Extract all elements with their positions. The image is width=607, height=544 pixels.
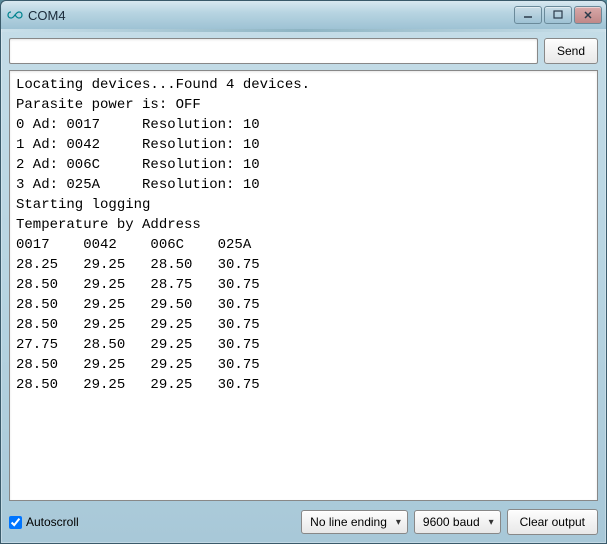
window-frame: COM4 Send Locating devices...Found 4 dev… (0, 0, 607, 544)
input-bar: Send (1, 32, 606, 70)
titlebar[interactable]: COM4 (1, 1, 606, 29)
serial-input[interactable] (9, 38, 538, 64)
arduino-icon (7, 7, 23, 23)
send-button[interactable]: Send (544, 38, 598, 64)
line-ending-value: No line ending (310, 515, 387, 529)
bottom-bar: Autoscroll No line ending 9600 baud Clea… (1, 501, 606, 543)
autoscroll-checkbox[interactable] (9, 516, 22, 529)
close-button[interactable] (574, 6, 602, 24)
autoscroll-label: Autoscroll (26, 515, 79, 529)
line-ending-select[interactable]: No line ending (301, 510, 408, 534)
autoscroll-wrap[interactable]: Autoscroll (9, 515, 79, 529)
minimize-button[interactable] (514, 6, 542, 24)
baud-value: 9600 baud (423, 515, 480, 529)
baud-select[interactable]: 9600 baud (414, 510, 501, 534)
serial-output: Locating devices...Found 4 devices. Para… (9, 70, 598, 501)
maximize-button[interactable] (544, 6, 572, 24)
clear-output-button[interactable]: Clear output (507, 509, 598, 535)
window-title: COM4 (28, 8, 66, 23)
window-controls (514, 6, 602, 24)
